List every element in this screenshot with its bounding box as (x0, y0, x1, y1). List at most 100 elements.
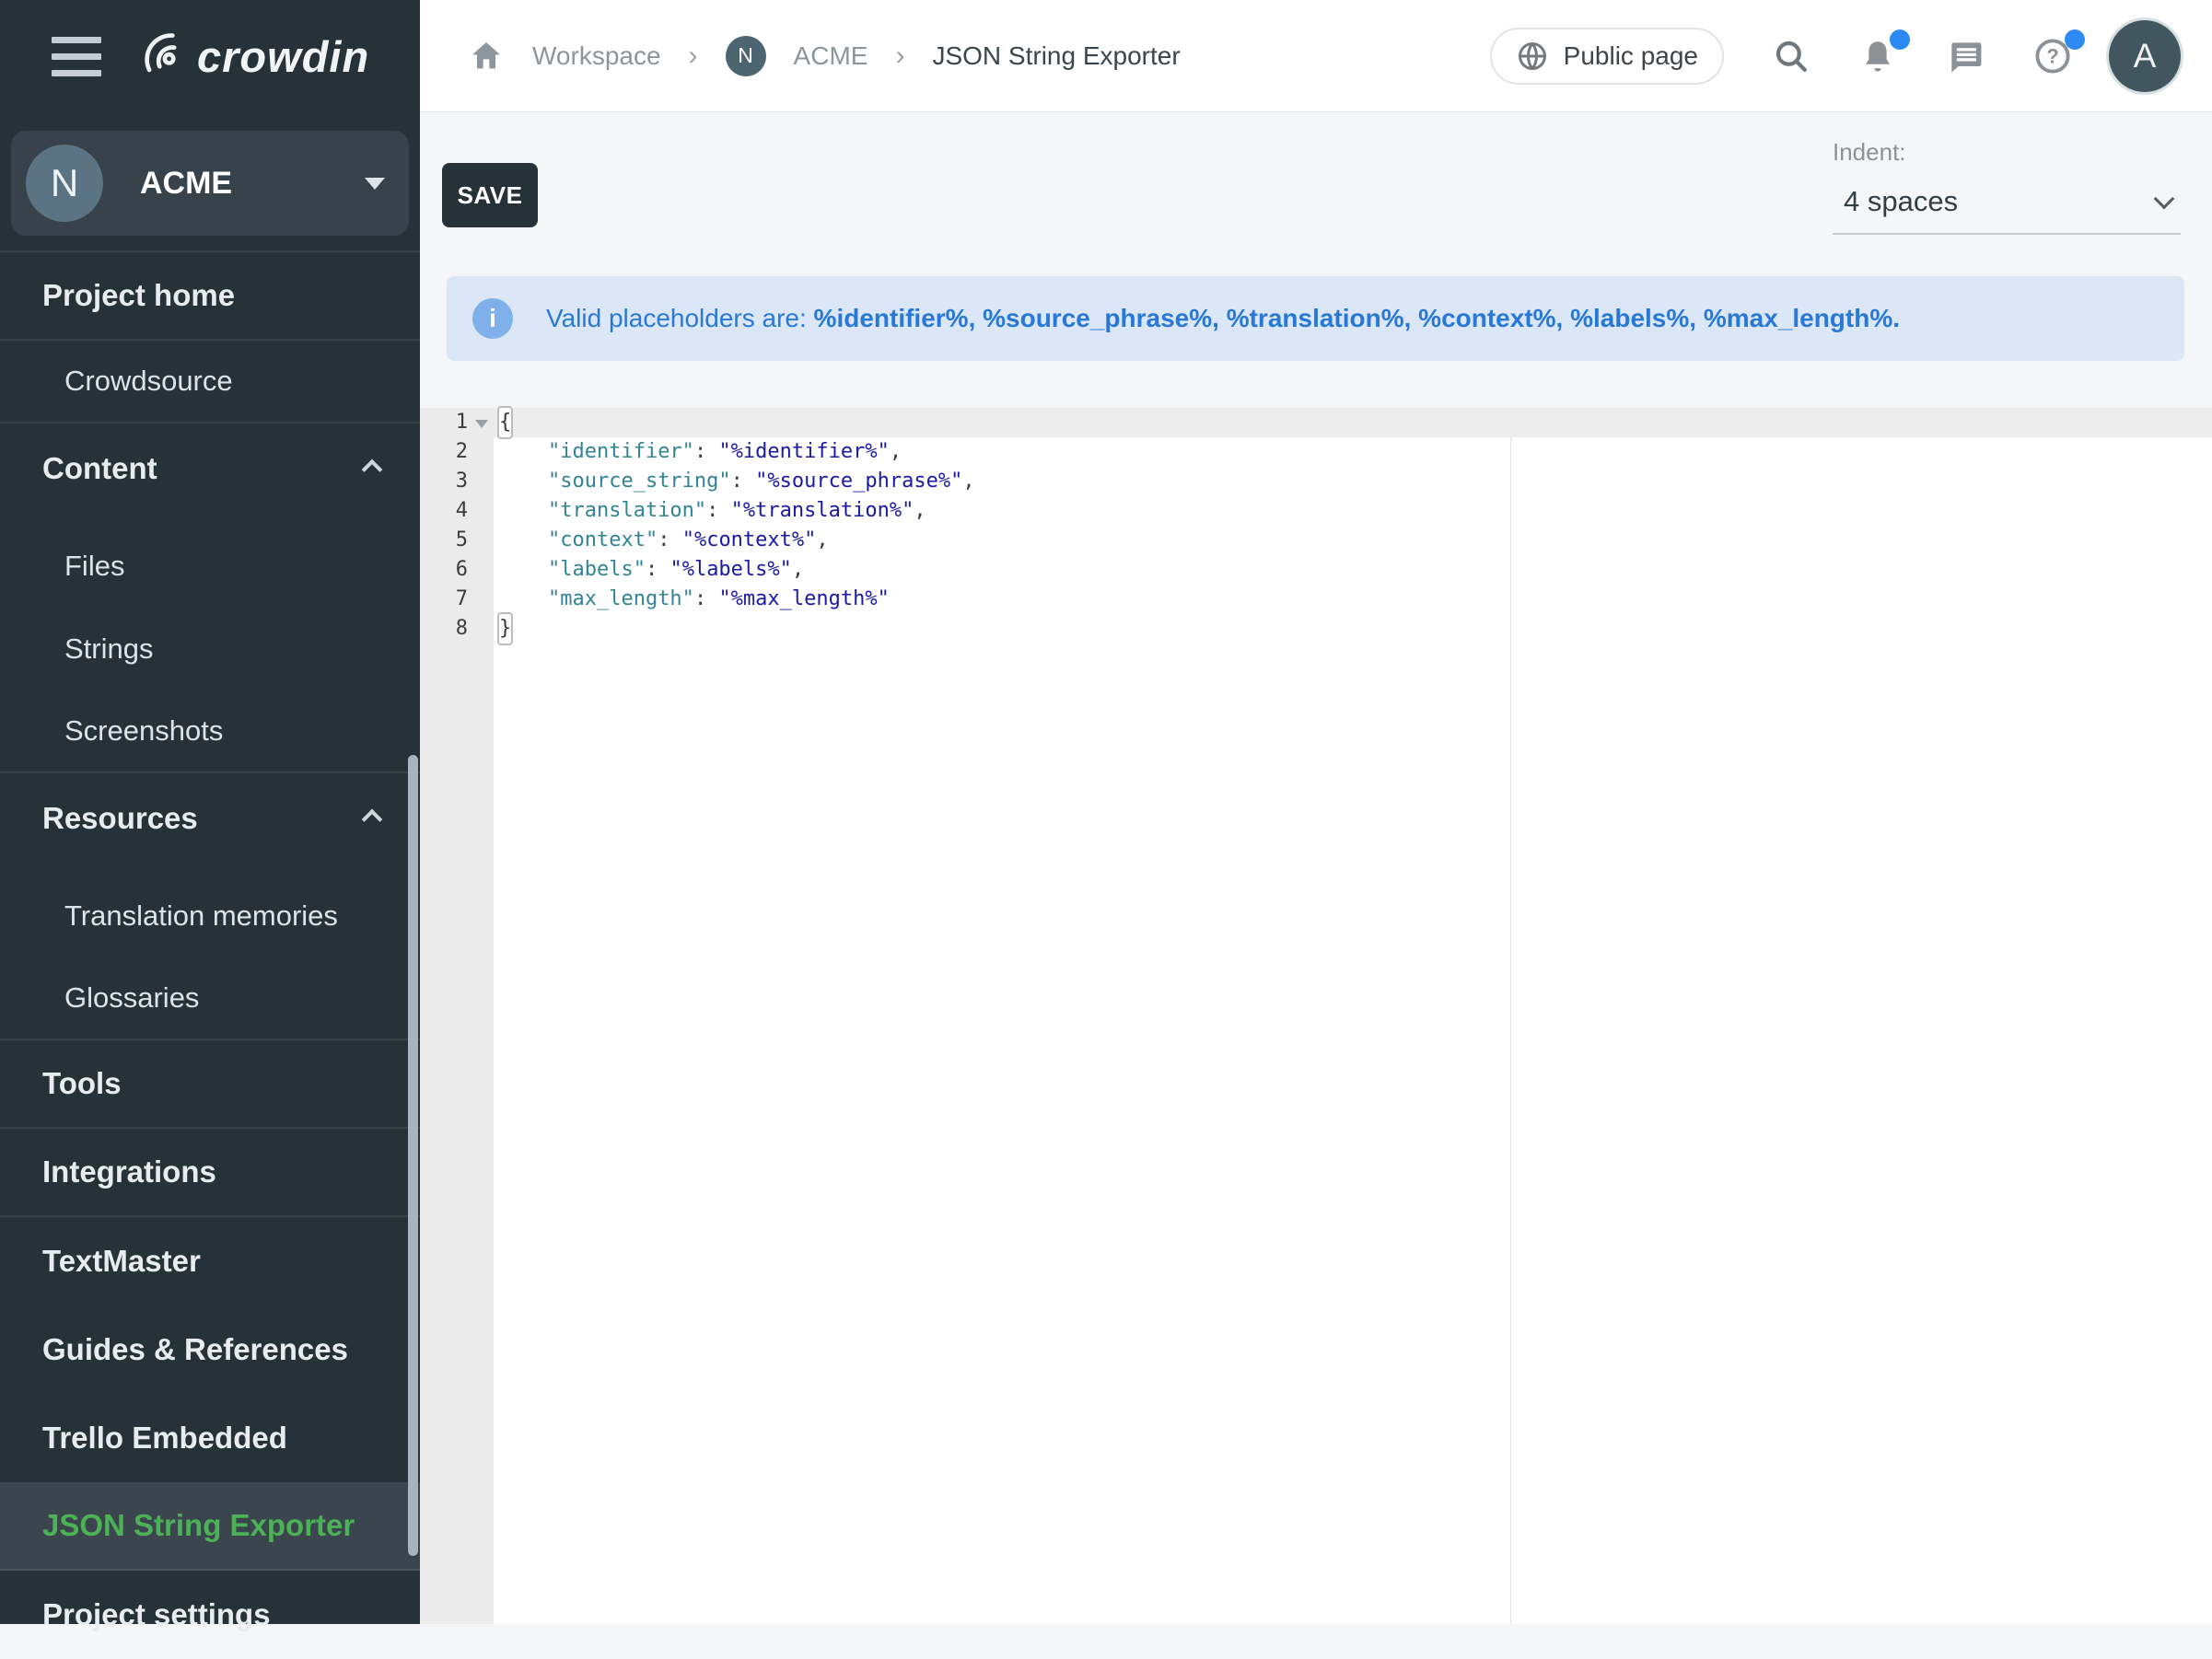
code-token: : (646, 558, 670, 581)
indent-control: Indent: 4 spaces (1833, 138, 2181, 235)
sidebar-item-label: Strings (64, 632, 153, 666)
sidebar-item-translation-memories[interactable]: Translation memories (0, 875, 420, 957)
code-line-2[interactable]: "identifier": "%identifier%", (494, 437, 2212, 467)
code-line-8[interactable]: } (494, 614, 2212, 644)
org-selector[interactable]: N ACME (11, 131, 409, 236)
code-token: "max_length" (548, 587, 694, 610)
code-token (499, 587, 548, 610)
project-avatar[interactable]: N (726, 36, 766, 76)
sidebar-item-resources[interactable]: Resources (0, 773, 420, 875)
code-token: , (914, 499, 926, 522)
code-token: , (890, 440, 902, 463)
sidebar-item-label: Files (64, 550, 124, 583)
sidebar-item-files[interactable]: Files (0, 525, 420, 608)
code-token: : (694, 440, 719, 463)
code-token: , (962, 470, 974, 493)
help-button[interactable]: ? (2033, 37, 2072, 75)
sidebar-item-project-home[interactable]: Project home (0, 252, 420, 341)
messages-button[interactable] (1945, 36, 1985, 76)
chevron-down-icon (365, 178, 385, 190)
top-bar: Workspace › N ACME › JSON String Exporte… (420, 0, 2212, 112)
banner-prefix: Valid placeholders are: (546, 304, 807, 332)
line-number: 1 (420, 408, 494, 437)
code-token: "%max_length%" (718, 587, 889, 610)
chevron-down-icon (2154, 189, 2175, 210)
save-button[interactable]: SAVE (442, 163, 538, 227)
public-page-button[interactable]: Public page (1490, 28, 1724, 85)
sidebar-item-trello-embedded[interactable]: Trello Embedded (0, 1394, 420, 1482)
chevron-right-icon: › (895, 41, 904, 72)
notifications-button[interactable] (1858, 37, 1897, 75)
sidebar-item-glossaries[interactable]: Glossaries (0, 957, 420, 1040)
search-button[interactable] (1772, 37, 1810, 75)
crowdin-logo-text: crowdin (197, 31, 369, 82)
top-actions: Public page (1490, 20, 2181, 92)
code-token: : (694, 587, 719, 610)
search-icon (1772, 37, 1810, 75)
fold-toggle-icon[interactable] (475, 420, 488, 428)
code-token (499, 528, 548, 551)
code-line-3[interactable]: "source_string": "%source_phrase%", (494, 467, 2212, 496)
code-token: "%translation%" (731, 499, 914, 522)
sidebar-item-label: JSON String Exporter (42, 1508, 355, 1543)
notification-badge (1890, 29, 1910, 50)
public-page-label: Public page (1564, 41, 1698, 71)
user-avatar[interactable]: A (2109, 20, 2181, 92)
sidebar-logo-row: crowdin (0, 0, 420, 112)
sidebar-item-label: Trello Embedded (42, 1421, 287, 1456)
sidebar-item-tools[interactable]: Tools (0, 1040, 420, 1129)
chevron-right-icon: › (689, 41, 698, 72)
sidebar-item-project-settings[interactable]: Project settings (0, 1571, 420, 1659)
home-icon[interactable] (468, 38, 505, 75)
sidebar-nav: Project home Crowdsource Content Files Strin… (0, 250, 420, 1659)
indent-label: Indent: (1833, 138, 2181, 167)
sidebar-item-json-string-exporter[interactable]: JSON String Exporter (0, 1482, 420, 1571)
line-number: 7 (420, 585, 494, 614)
sidebar-item-label: Content (42, 451, 365, 486)
sidebar-item-integrations[interactable]: Integrations (0, 1129, 420, 1217)
code-line-4[interactable]: "translation": "%translation%", (494, 496, 2212, 526)
sidebar-item-crowdsource[interactable]: Crowdsource (0, 341, 420, 423)
sidebar-item-textmaster[interactable]: TextMaster (0, 1217, 420, 1305)
breadcrumb-workspace[interactable]: Workspace (532, 41, 661, 71)
chevron-up-icon (362, 459, 383, 481)
org-avatar: N (26, 145, 103, 222)
page-title: JSON String Exporter (932, 41, 1180, 71)
help-badge (2065, 29, 2085, 50)
code-token: } (497, 612, 513, 645)
sidebar-item-label: Integrations (42, 1154, 216, 1189)
sidebar-item-strings[interactable]: Strings (0, 608, 420, 690)
chat-icon (1945, 36, 1985, 76)
sidebar-item-content[interactable]: Content (0, 423, 420, 525)
line-number: 6 (420, 555, 494, 585)
code-line-1[interactable]: { (494, 408, 2212, 437)
code-line-5[interactable]: "context": "%context%", (494, 526, 2212, 555)
code-token: : (658, 528, 682, 551)
indent-select[interactable]: 4 spaces (1833, 167, 2181, 235)
code-token: { (497, 406, 513, 439)
sidebar-item-label: Translation memories (64, 899, 338, 933)
line-number: 8 (420, 614, 494, 644)
code-token: "source_string" (548, 470, 731, 493)
sidebar-item-label: Project settings (42, 1597, 271, 1632)
sidebar-item-guides-references[interactable]: Guides & References (0, 1305, 420, 1394)
hamburger-menu-icon[interactable] (52, 37, 101, 76)
code-line-7[interactable]: "max_length": "%max_length%" (494, 585, 2212, 614)
sidebar-item-screenshots[interactable]: Screenshots (0, 690, 420, 773)
sidebar-item-label: Project home (42, 278, 235, 313)
code-token: : (706, 499, 731, 522)
sidebar-scrollbar[interactable] (408, 755, 418, 1556)
globe-icon (1516, 40, 1549, 73)
sidebar-item-label: Guides & References (42, 1332, 348, 1367)
line-number: 3 (420, 467, 494, 496)
code-editor[interactable]: 12345678 { "identifier": "%identifier%",… (420, 408, 2212, 1624)
code-line-6[interactable]: "labels": "%labels%", (494, 555, 2212, 585)
code-token (499, 558, 548, 581)
sidebar-item-label: TextMaster (42, 1244, 201, 1279)
crowdin-logo[interactable]: crowdin (138, 28, 369, 85)
breadcrumb-project[interactable]: ACME (794, 41, 868, 71)
code-token (499, 499, 548, 522)
sidebar-item-label: Tools (42, 1066, 122, 1101)
code-token: "identifier" (548, 440, 694, 463)
sidebar-item-label: Crowdsource (64, 365, 233, 398)
